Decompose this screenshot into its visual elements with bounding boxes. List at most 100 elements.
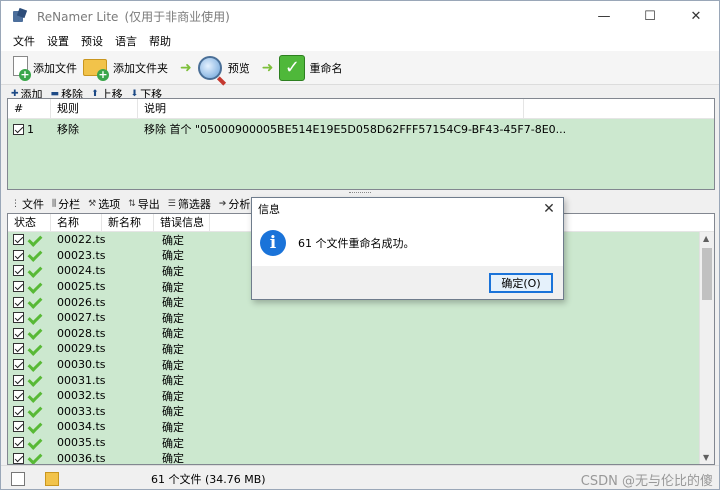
files-menu-button[interactable]: ⋮ 文件	[11, 196, 44, 212]
rule-name: 移除	[57, 123, 79, 136]
success-check-icon	[27, 265, 41, 277]
file-checkbox[interactable]	[13, 405, 24, 417]
file-name: 00028.ts	[57, 326, 106, 340]
maximize-button[interactable]: ☐	[627, 1, 673, 31]
file-checkbox[interactable]	[13, 343, 24, 355]
file-checkbox[interactable]	[13, 296, 24, 308]
file-row[interactable]: 00031.ts 确定	[8, 372, 714, 388]
preview-label: 预览	[227, 61, 250, 75]
dialog-body: i 61 个文件重命名成功。	[252, 220, 563, 266]
analyze-menu-button[interactable]: ➔ 分析	[219, 196, 251, 212]
file-checkbox[interactable]	[13, 312, 24, 324]
file-row[interactable]: 00029.ts 确定	[8, 341, 714, 357]
rules-col-num[interactable]: #	[8, 99, 51, 118]
options-menu-button[interactable]: ⚒ 选项	[88, 196, 120, 212]
columns-menu-button[interactable]: ⫼ 分栏	[52, 196, 80, 212]
minimize-button[interactable]: —	[581, 1, 627, 31]
rules-header: # 规则 说明	[8, 99, 714, 119]
menu-settings[interactable]: 设置	[41, 33, 75, 49]
add-folder-button[interactable]: + 添加文件夹	[83, 53, 174, 83]
success-check-icon	[27, 359, 41, 371]
window-subtitle: (仅用于非商业使用)	[124, 9, 230, 24]
menu-presets[interactable]: 预设	[75, 33, 109, 49]
file-row[interactable]: 00036.ts 确定	[8, 450, 714, 465]
file-row-fill	[210, 341, 714, 357]
file-row[interactable]: 00028.ts 确定	[8, 325, 714, 342]
columns-menu-label: 分栏	[58, 198, 81, 211]
rule-row[interactable]: 1 移除 移除 首个 "05000900005BE514E19E5D058D62…	[8, 119, 714, 139]
files-icon: ⋮	[11, 199, 20, 209]
file-checkbox[interactable]	[13, 390, 24, 402]
files-col-error[interactable]: 错误信息	[154, 214, 210, 231]
file-status-cell	[8, 421, 51, 433]
file-row[interactable]: 00033.ts 确定	[8, 403, 714, 420]
scroll-up-icon[interactable]: ▲	[703, 234, 709, 243]
rename-button[interactable]: ✓ 重命名	[279, 53, 348, 83]
file-status-cell	[8, 312, 51, 324]
analyze-menu-label: 分析	[228, 198, 251, 211]
file-checkbox[interactable]	[13, 281, 24, 293]
file-name: 00023.ts	[57, 248, 106, 262]
add-files-button[interactable]: + 添加文件	[11, 53, 83, 83]
success-check-icon	[27, 249, 41, 261]
file-checkbox[interactable]	[13, 452, 24, 464]
menu-file[interactable]: 文件	[7, 33, 41, 49]
rules-table: # 规则 说明 1 移除 移除 首个 "05000900005BE514E19E…	[7, 98, 715, 190]
files-col-new-name[interactable]: 新名称	[102, 214, 154, 231]
window-title: ReNamer Lite (仅用于非商业使用)	[37, 8, 230, 25]
file-error: 确定	[162, 296, 184, 310]
file-checkbox[interactable]	[13, 249, 24, 261]
file-checkbox[interactable]	[13, 437, 24, 449]
file-row[interactable]: 00032.ts 确定	[8, 387, 714, 404]
file-checkbox[interactable]	[13, 327, 24, 339]
renamer-window: ReNamer Lite (仅用于非商业使用) — ☐ ✕ 文件 设置 预设 语言…	[0, 0, 720, 490]
dialog-message: 61 个文件重命名成功。	[298, 237, 415, 250]
scroll-down-icon[interactable]: ▼	[703, 453, 709, 462]
columns-icon: ⫼	[52, 199, 57, 209]
file-checkbox[interactable]	[13, 359, 24, 371]
rules-col-desc[interactable]: 说明	[138, 99, 524, 118]
files-col-status[interactable]: 状态	[8, 214, 51, 231]
add-file-small-icon[interactable]	[11, 471, 25, 486]
analyze-icon: ➔	[218, 199, 227, 209]
file-name: 00029.ts	[57, 342, 106, 356]
add-folder-small-icon[interactable]	[45, 471, 59, 486]
file-checkbox[interactable]	[13, 265, 24, 277]
files-col-name[interactable]: 名称	[51, 214, 102, 231]
scroll-thumb[interactable]	[702, 248, 712, 300]
ok-button[interactable]: 确定(O)	[489, 272, 553, 293]
export-menu-button[interactable]: ⇅ 导出	[128, 196, 160, 212]
file-status-cell	[8, 374, 51, 386]
success-check-icon	[27, 312, 41, 324]
file-name: 00034.ts	[57, 420, 106, 434]
success-check-icon	[27, 390, 41, 402]
success-check-icon	[27, 327, 41, 339]
filter-menu-button[interactable]: ☰ 筛选器	[168, 196, 211, 212]
file-checkbox[interactable]	[13, 234, 24, 246]
filter-menu-label: 筛选器	[177, 198, 211, 211]
magnifier-icon	[197, 55, 222, 80]
close-button[interactable]: ✕	[673, 1, 719, 31]
file-row[interactable]: 00035.ts 确定	[8, 434, 714, 451]
preview-button[interactable]: 预览	[197, 53, 256, 83]
file-checkbox[interactable]	[13, 421, 24, 433]
file-name: 00027.ts	[57, 311, 106, 325]
file-checkbox[interactable]	[13, 374, 24, 386]
watermark: CSDN @无与伦比的傻	[580, 474, 713, 489]
file-error: 确定	[162, 452, 184, 465]
rule-checkbox[interactable]	[13, 123, 24, 135]
file-row-fill	[210, 434, 714, 451]
file-name: 00033.ts	[57, 404, 106, 418]
file-row-fill	[210, 419, 714, 435]
rules-col-rule[interactable]: 规则	[51, 99, 138, 118]
dialog-close-button[interactable]: ✕	[535, 201, 563, 217]
menu-help[interactable]: 帮助	[143, 33, 177, 49]
file-row[interactable]: 00030.ts 确定	[8, 356, 714, 373]
file-row[interactable]: 00027.ts 确定	[8, 309, 714, 326]
arrow-right-icon: ➜	[180, 59, 192, 76]
file-row[interactable]: 00034.ts 确定	[8, 419, 714, 435]
file-status-cell	[8, 437, 51, 449]
file-status-cell	[8, 452, 51, 464]
menu-language[interactable]: 语言	[109, 33, 143, 49]
files-scrollbar[interactable]: ▲ ▼	[699, 232, 714, 464]
